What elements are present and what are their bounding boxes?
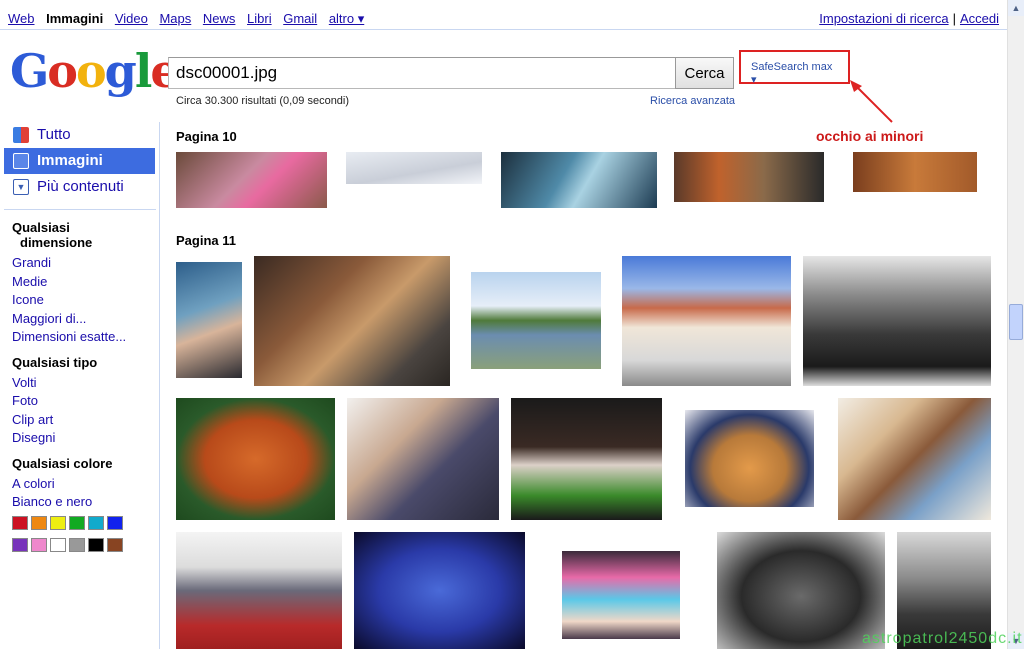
image-thumbnail[interactable] [622,256,791,386]
image-thumbnail[interactable] [176,262,242,378]
annotation-arrow-icon [850,80,893,123]
image-thumbnail[interactable] [347,398,499,520]
size-option-medium[interactable]: Medie [0,273,158,292]
image-thumbnail[interactable] [176,398,335,520]
page-11-label: Pagina 11 [176,233,236,248]
nav-separator: | [952,11,956,26]
sidebar-item-label: Immagini [37,152,103,169]
image-thumbnail[interactable] [853,152,977,192]
size-option-large[interactable]: Grandi [0,254,158,273]
type-option-clipart[interactable]: Clip art [0,411,158,430]
image-thumbnail[interactable] [838,398,991,520]
image-thumbnail[interactable] [254,256,450,386]
top-nav-links: Web Immagini Video Maps News Libri Gmail… [8,11,372,27]
color-swatch[interactable] [69,537,85,552]
watermark: astropatrol2450dc.it [862,630,1023,647]
image-thumbnail[interactable] [803,256,991,386]
color-swatch[interactable] [107,537,123,552]
sidebar-item-label: Tutto [37,126,71,143]
color-swatch[interactable] [88,515,104,530]
image-thumbnail[interactable] [717,532,885,649]
image-thumbnail[interactable] [674,152,824,202]
sidebar-item-all[interactable]: Tutto [0,122,158,148]
color-swatch[interactable] [88,537,104,552]
size-filter-title: Qualsiasi dimensione [0,220,158,250]
type-option-faces[interactable]: Volti [0,374,158,393]
color-swatch[interactable] [31,537,47,552]
color-swatch[interactable] [50,537,66,552]
image-thumbnail[interactable] [354,532,525,649]
nav-video[interactable]: Video [115,11,148,26]
sidebar: Tutto Immagini ▼ Più contenuti Qualsiasi… [0,122,158,560]
google-icon [13,127,29,143]
scroll-up-arrow-icon[interactable]: ▲ [1008,0,1024,16]
color-option-color[interactable]: A colori [0,475,158,494]
sidebar-item-images[interactable]: Immagini [4,148,155,174]
size-option-larger-than[interactable]: Maggiori di... [0,310,158,329]
nav-news[interactable]: News [203,11,236,26]
camera-icon [13,153,29,169]
google-logo[interactable]: Google [10,44,180,98]
image-thumbnail[interactable] [685,410,814,507]
search-box [168,57,676,89]
logo-letter: o [75,44,107,98]
logo-letter: l [134,44,153,98]
nav-books[interactable]: Libri [247,11,272,26]
logo-letter: o [47,44,78,98]
advanced-search-link[interactable]: Ricerca avanzata [650,95,735,107]
page-10-label: Pagina 10 [176,129,237,144]
sidebar-separator [159,122,160,649]
color-swatches [0,515,130,560]
size-option-exact[interactable]: Dimensioni esatte... [0,328,158,347]
type-option-photo[interactable]: Foto [0,392,158,411]
nav-web[interactable]: Web [8,11,35,26]
image-thumbnail[interactable] [176,532,342,649]
color-option-bw[interactable]: Bianco e nero [0,493,158,512]
search-input[interactable] [169,58,675,88]
image-thumbnail[interactable] [471,272,601,369]
image-thumbnail[interactable] [562,551,680,639]
safesearch-dropdown[interactable]: SafeSearch max ▾ [739,50,850,86]
nav-maps[interactable]: Maps [159,11,191,26]
size-filter-title-line2: dimensione [20,235,93,250]
color-swatch[interactable] [107,515,123,530]
sidebar-item-more[interactable]: ▼ Più contenuti [0,174,158,200]
logo-letter: g [104,44,137,98]
size-option-icon[interactable]: Icone [0,291,158,310]
type-filter-title: Qualsiasi tipo [12,354,98,370]
logo-letter: G [10,44,49,98]
nav-more[interactable]: altro ▾ [329,11,364,26]
color-filter-title: Qualsiasi colore [12,455,113,471]
sidebar-item-label: Più contenuti [37,178,124,195]
vertical-scrollbar[interactable]: ▲ ▼ [1007,0,1024,649]
image-thumbnail[interactable] [346,152,482,184]
top-nav-bar: Web Immagini Video Maps News Libri Gmail… [0,0,1007,30]
nav-gmail[interactable]: Gmail [283,11,317,26]
chevron-down-icon: ▼ [13,179,29,195]
search-button[interactable]: Cerca [675,57,734,89]
size-filter-title-line1: Qualsiasi [12,220,70,235]
result-stats: Circa 30.300 risultati (0,09 secondi) [176,95,350,107]
color-swatch[interactable] [31,515,47,530]
top-nav-right: Impostazioni di ricerca | Accedi [819,11,999,26]
color-swatch[interactable] [69,515,85,530]
search-settings-link[interactable]: Impostazioni di ricerca [819,11,948,26]
login-link[interactable]: Accedi [960,11,999,26]
color-swatch[interactable] [50,515,66,530]
scroll-thumb[interactable] [1009,304,1023,340]
image-thumbnail[interactable] [501,152,657,208]
color-swatch[interactable] [12,515,28,530]
type-option-drawings[interactable]: Disegni [0,429,158,448]
image-thumbnail[interactable] [176,152,327,208]
nav-images[interactable]: Immagini [46,11,103,26]
color-swatch[interactable] [12,537,28,552]
image-thumbnail[interactable] [511,398,662,520]
annotation-text: occhio ai minori [816,128,924,144]
sidebar-divider [4,209,156,210]
